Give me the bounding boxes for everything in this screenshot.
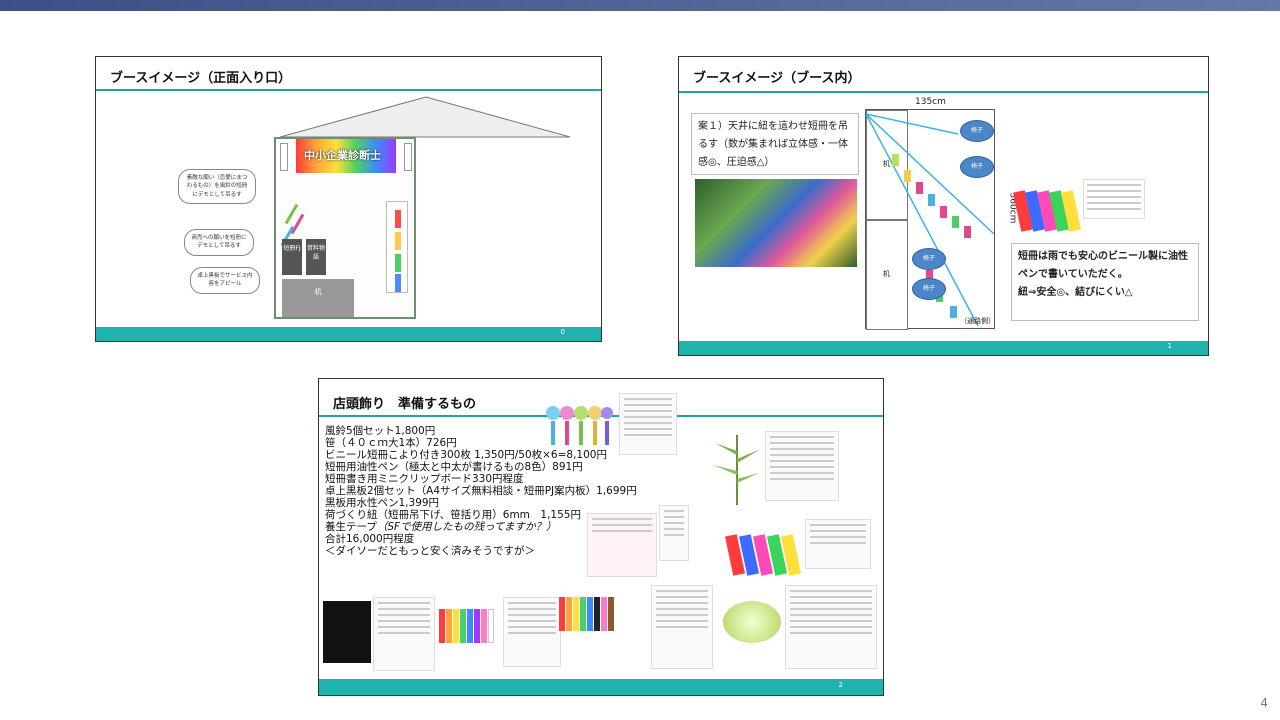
vinyl-tanzaku-photo: [1012, 179, 1082, 232]
desk-image: 机: [282, 279, 354, 317]
aisle-label: （通路側）: [960, 317, 995, 325]
page-number: 4: [1260, 696, 1268, 710]
product-listing-thumb: [651, 585, 713, 669]
title-rule: [679, 91, 1208, 93]
slide-footer: 1: [679, 341, 1208, 355]
chair-icon: 椅子: [912, 248, 946, 270]
slide-booth-inside: ブースイメージ（ブース内） 案１）天井に紐を這わせ短冊を吊るす（数が集まれば立体…: [678, 56, 1209, 356]
product-listing-thumb: [373, 597, 435, 671]
lantern-image: [280, 143, 288, 171]
chalk-pens-image: [439, 609, 494, 643]
title-rule: [96, 89, 601, 91]
product-listing-thumb: [1083, 179, 1145, 219]
rope-image: [723, 601, 781, 643]
note-textbox: 短冊は雨でも安心のビニール製に油性ペンで書いていただく。 紐⇒安全◎、結びにくい…: [1011, 243, 1199, 321]
list-item: 卓上黒板2個セット（A4サイズ無料相談・短冊PJ案内板）1,699円: [325, 485, 637, 497]
product-listing-thumb: [805, 519, 871, 569]
product-listing-thumb: [659, 505, 689, 561]
slide-page-number: 0: [560, 328, 565, 336]
vinyl-tanzaku-photo: [724, 525, 803, 576]
tanzaku-strip: [290, 213, 305, 235]
callout-business-wish: 商売への願いを短冊にデモとして吊るす: [184, 229, 254, 256]
list-item: 黒板用水性ペン1,399円: [325, 497, 440, 509]
chair-icon: 椅子: [960, 120, 994, 142]
top-accent-bar: [0, 0, 1280, 11]
slide-title: ブースイメージ（ブース内）: [693, 71, 861, 86]
windchime-image: [546, 406, 613, 445]
chair-icon: 椅子: [912, 278, 946, 300]
list-item: 短冊用油性ペン（極太と中太が書けるもの8色）891円: [325, 461, 583, 473]
product-listing-thumb: [765, 431, 839, 501]
blackboard-image: [323, 601, 371, 663]
lantern-image: [404, 143, 412, 171]
oil-pens-image: [559, 597, 614, 631]
callout-blackboard: 卓上黒板でサービス内容をアピール: [190, 267, 260, 294]
width-dimension: 135cm: [915, 97, 946, 107]
slide-page-number: 1: [1167, 342, 1172, 350]
slide-booth-front: ブースイメージ（正面入り口） 中小企業診断士 短冊FJ 資料物語 机 素敵な願い…: [95, 56, 602, 342]
slide-page-number: 2: [838, 681, 843, 689]
chair-icon: 椅子: [960, 156, 994, 178]
product-listing-thumb: [619, 393, 677, 455]
tent-roof-image: [280, 96, 571, 138]
bamboo-image: [713, 435, 761, 505]
product-listing-thumb: [503, 597, 561, 667]
list-item: 短冊書き用ミニクリップボード330円程度: [325, 473, 524, 485]
box-materials: 資料物語: [306, 239, 326, 275]
box-tanzaku: 短冊FJ: [282, 239, 302, 275]
plan-textbox: 案１）天井に紐を這わせ短冊を吊るす（数が集まれば立体感・一体感◎、圧迫感△）: [691, 113, 859, 175]
slide-title: 店頭飾り 準備するもの: [333, 397, 477, 412]
booth-floor-plan: 机 机 椅子 椅子 椅子 椅子 （通路側）: [865, 109, 995, 330]
rainbow-banner: 中小企業診断士: [296, 139, 396, 173]
banner-text: 中小企業診断士: [304, 149, 381, 162]
booth-front-image: 中小企業診断士 短冊FJ 資料物語 机: [274, 137, 416, 319]
callout-love-wish: 素敵な願い（恋愛にまつわるもの）を風鈴の短冊にデモとして吊るす: [178, 169, 256, 204]
product-listing-thumb: [785, 585, 877, 669]
clipboard-photo: [587, 513, 657, 577]
slide-title: ブースイメージ（正面入り口）: [110, 71, 292, 86]
standing-sign: [386, 201, 408, 293]
slide-footer: 0: [96, 327, 601, 341]
tanabata-photo: [695, 179, 857, 267]
slide-shopfront-items: 店頭飾り 準備するもの 風鈴5個セット1,800円 笹（４０ｃｍ大1本）726円…: [318, 378, 884, 696]
slide-footer: 2: [319, 679, 883, 695]
